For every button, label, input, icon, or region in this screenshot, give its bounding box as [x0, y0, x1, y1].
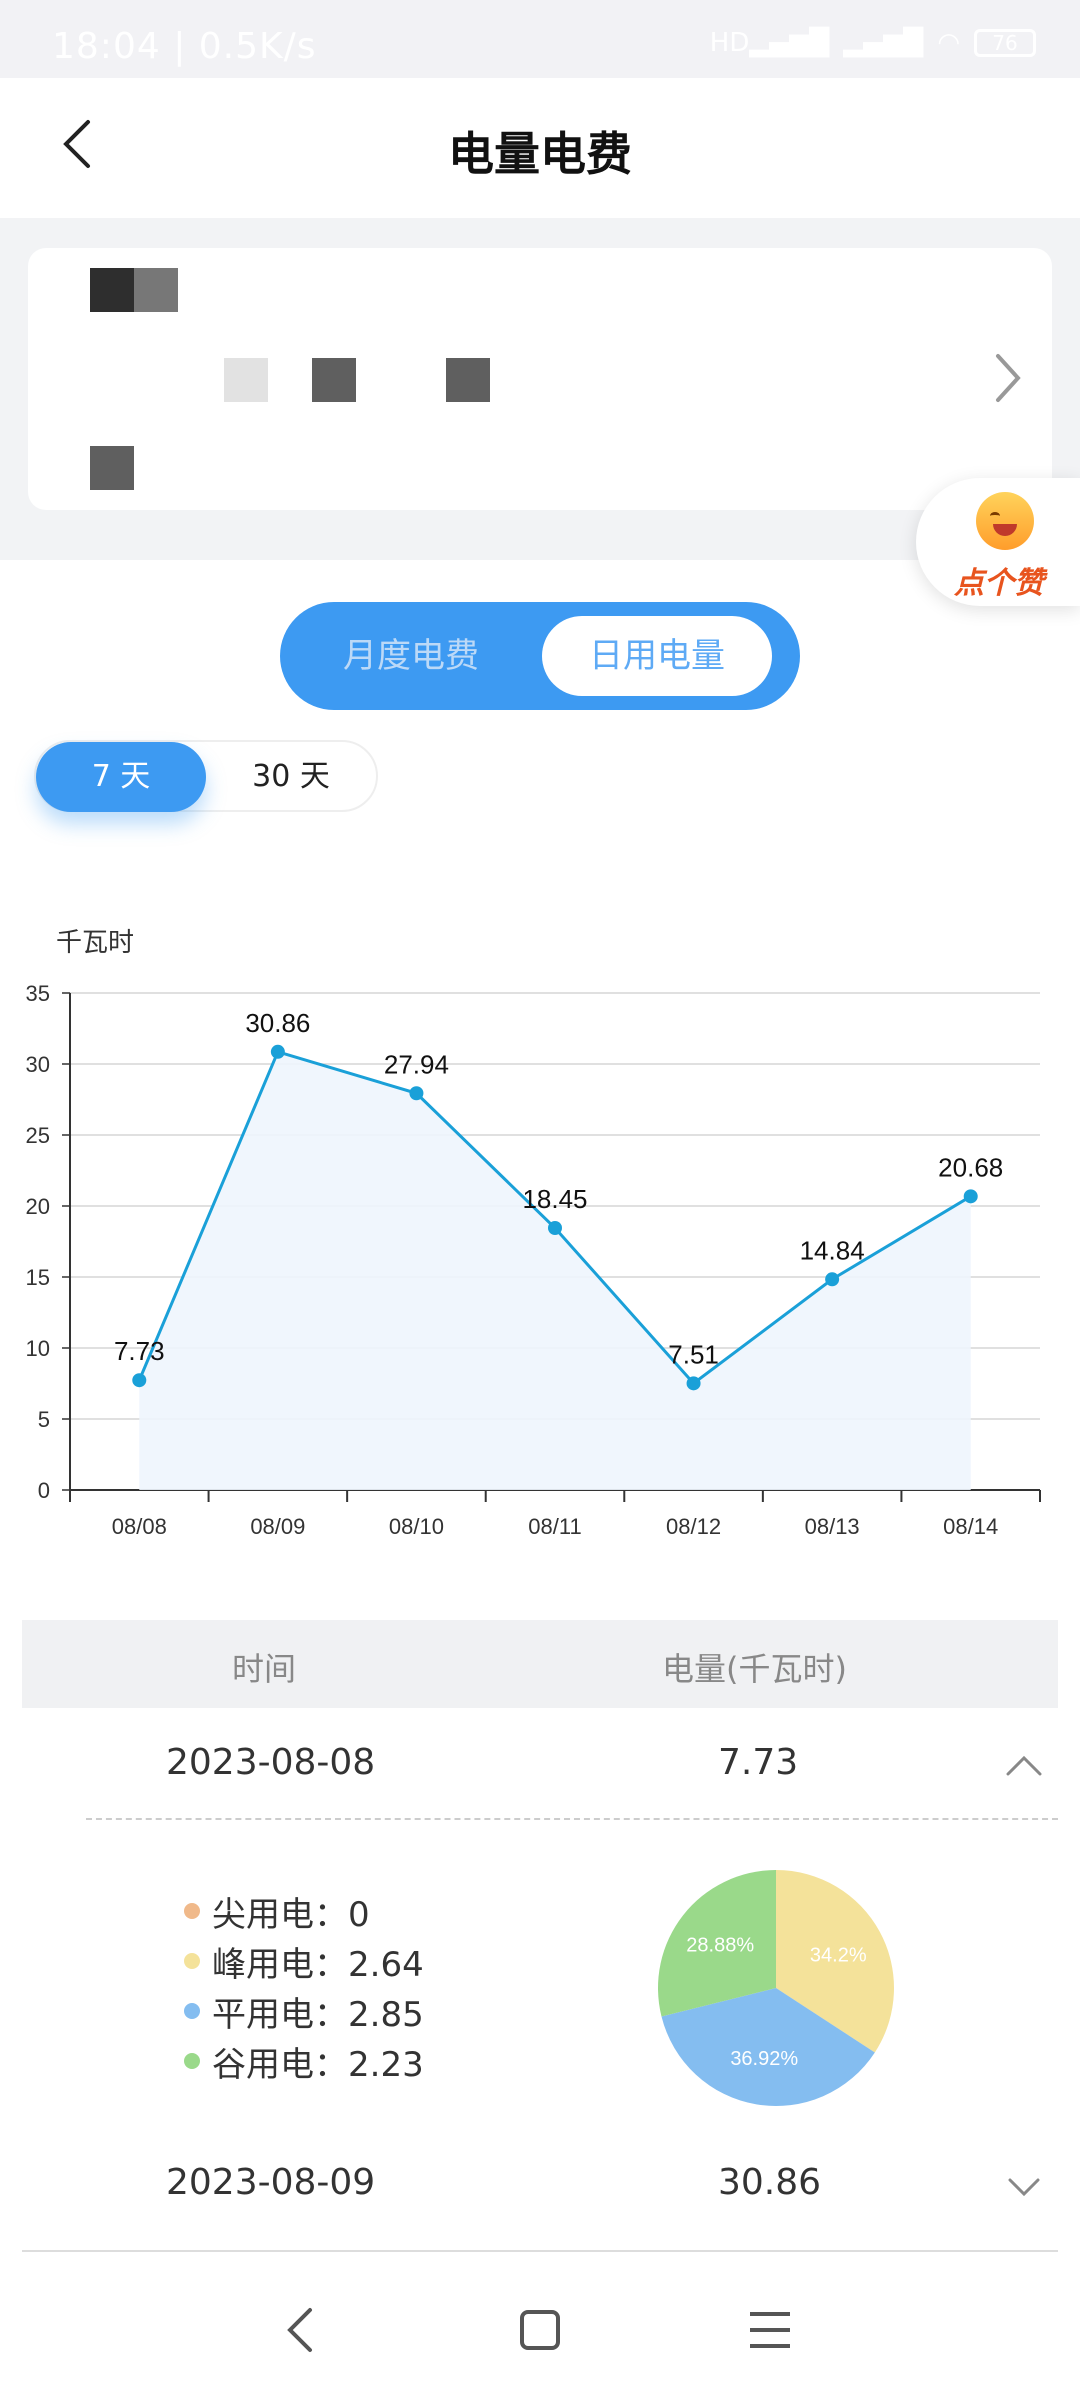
legend-item-sharp-peak: 尖用电：0	[184, 1886, 424, 1936]
redacted-block	[90, 268, 134, 312]
data-label: 7.51	[668, 1339, 719, 1369]
data-label: 18.45	[522, 1184, 587, 1214]
view-toggle: 月度电费 日用电量	[280, 602, 800, 710]
tab-daily-usage[interactable]: 日用电量	[542, 616, 772, 696]
row-date: 2023-08-09	[166, 2162, 376, 2203]
legend-item-peak: 峰用电：2.64	[184, 1936, 424, 1986]
redacted-block	[312, 358, 356, 402]
like-badge[interactable]: 点个赞	[916, 478, 1080, 606]
chevron-up-icon[interactable]	[1004, 1750, 1044, 1780]
nav-home-icon[interactable]	[510, 2300, 570, 2360]
usage-line-chart: 0 5 10 15 20 25 30 35 08/08 08/09 08/10 08/11 08/12 0…	[26, 981, 1041, 1539]
row-date: 2023-08-08	[166, 1742, 376, 1783]
table-header: 时间 电量(千瓦时)	[22, 1620, 1058, 1708]
smile-emoji-icon	[976, 492, 1034, 550]
x-tick-label: 08/12	[666, 1514, 721, 1539]
data-point	[270, 1044, 285, 1059]
chevron-down-icon[interactable]	[1004, 2170, 1044, 2200]
data-point	[963, 1189, 978, 1204]
x-tick-label: 08/09	[250, 1514, 305, 1539]
x-tick-label: 08/10	[389, 1514, 444, 1539]
page-title: 电量电费	[448, 127, 632, 181]
network-label: HD	[709, 28, 750, 58]
data-point	[548, 1221, 562, 1236]
system-nav-bar	[0, 2260, 1080, 2400]
y-tick-label: 30	[26, 1052, 50, 1077]
header-usage: 电量(千瓦时)	[662, 1650, 847, 1688]
pie-slice-label: 28.88%	[686, 1934, 754, 1956]
legend-item-flat: 平用电：2.85	[184, 1986, 424, 2036]
table-row[interactable]: 2023-08-09 30.86	[22, 2130, 1058, 2252]
data-label: 14.84	[800, 1235, 865, 1265]
redacted-block	[446, 358, 490, 402]
row-divider	[22, 2250, 1058, 2252]
app-header: 电量电费	[0, 78, 1080, 218]
pie-slice-label: 36.92%	[730, 2048, 798, 2070]
y-tick-label: 0	[38, 1478, 50, 1503]
redacted-block	[90, 446, 134, 490]
legend-dot	[184, 2003, 200, 2019]
pie-slice-label: 34.2%	[810, 1944, 867, 1966]
data-point	[409, 1086, 424, 1101]
y-tick-label: 25	[26, 1123, 50, 1148]
range-30-days[interactable]: 30 天	[206, 742, 376, 812]
range-7-days[interactable]: 7 天	[36, 742, 206, 812]
data-label: 27.94	[384, 1049, 449, 1079]
battery-icon: 76	[974, 29, 1036, 57]
breakdown-legend: 尖用电：0 峰用电：2.64 平用电：2.85 谷用电：2.23	[184, 1886, 424, 2086]
account-card[interactable]	[28, 248, 1052, 510]
legend-dot	[184, 1903, 200, 1919]
legend-item-valley: 谷用电：2.23	[184, 2036, 424, 2086]
row-value: 30.86	[718, 2162, 822, 2203]
table-row[interactable]: 2023-08-08 7.73	[22, 1710, 1058, 1820]
data-label: 30.86	[245, 1008, 310, 1038]
x-tick-label: 08/14	[943, 1514, 998, 1539]
y-tick-label: 10	[26, 1336, 50, 1361]
tab-monthly-fee[interactable]: 月度电费	[296, 616, 526, 696]
x-tick-label: 08/13	[805, 1514, 860, 1539]
y-tick-label: 15	[26, 1265, 50, 1290]
status-time: 18:04 | 0.5K/s	[52, 26, 317, 67]
redacted-block	[224, 358, 268, 402]
x-tick-label: 08/08	[112, 1514, 167, 1539]
legend-dot	[184, 1953, 200, 1969]
account-card-area	[0, 218, 1080, 560]
legend-dot	[184, 2053, 200, 2069]
data-point	[825, 1272, 840, 1287]
data-point	[686, 1376, 701, 1391]
y-tick-label: 5	[38, 1407, 50, 1432]
signal-icon: HD▂▄▆█	[709, 28, 830, 58]
wifi-icon: ◠	[937, 28, 960, 58]
breakdown-pie-chart: 34.2% 36.92% 28.88%	[658, 1870, 894, 2106]
signal-icon-2: ▂▄▆█	[843, 28, 924, 58]
row-value: 7.73	[718, 1742, 799, 1783]
data-label: 7.73	[114, 1336, 165, 1366]
header-time: 时间	[232, 1650, 297, 1688]
nav-menu-icon[interactable]	[740, 2300, 800, 2360]
like-badge-label: 点个赞	[954, 566, 1044, 601]
usage-breakdown: 尖用电：0 峰用电：2.64 平用电：2.85 谷用电：2.23 34.2% 36…	[0, 1820, 1080, 2120]
y-tick-label: 35	[26, 981, 50, 1006]
x-tick-label: 08/11	[528, 1514, 581, 1539]
nav-back-icon[interactable]	[272, 2300, 332, 2360]
data-label: 20.68	[938, 1152, 1003, 1182]
usage-chart: 千瓦时 0 5 10 15 20 25 30 35 08/08 08/09 08/10 08/11 08…	[0, 900, 1080, 1560]
data-point	[132, 1373, 147, 1388]
y-tick-label: 20	[26, 1194, 50, 1219]
status-bar: 18:04 | 0.5K/s HD▂▄▆█ ▂▄▆█ ◠ 76	[0, 0, 1080, 78]
chevron-right-icon	[996, 354, 1021, 402]
day-range-selector: 7 天 30 天	[34, 740, 378, 812]
redacted-block	[134, 268, 178, 312]
